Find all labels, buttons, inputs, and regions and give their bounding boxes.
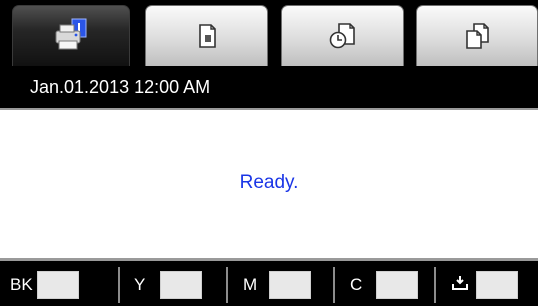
ink-level-m: [269, 271, 311, 299]
maintenance-box-icon: [450, 273, 472, 298]
document-icon: [198, 24, 216, 48]
datetime-text: Jan.01.2013 12:00 AM: [30, 76, 211, 97]
ink-label-y: Y: [134, 275, 146, 294]
divider: [226, 267, 228, 303]
divider: [333, 267, 335, 303]
ink-yellow: Y: [134, 269, 202, 301]
status-message: Ready.: [239, 172, 299, 193]
ink-label-c: C: [350, 275, 363, 294]
divider: [434, 267, 436, 303]
maintenance-box: [450, 269, 518, 301]
ink-cyan: C: [350, 269, 418, 301]
datetime-bar: Jan.01.2013 12:00 AM: [0, 66, 538, 110]
ink-label-m: M: [243, 275, 258, 294]
ink-level-c: [376, 271, 418, 299]
multiple-documents-icon: [466, 23, 489, 49]
tab-timer[interactable]: [281, 5, 404, 66]
tab-bar: [0, 0, 538, 66]
ink-magenta: M: [243, 269, 311, 301]
printer-lcd-screen: Jan.01.2013 12:00 AM Ready. BK Y M C: [0, 0, 538, 306]
status-area: Ready.: [0, 112, 538, 258]
ink-level-bk: [36, 271, 79, 299]
ink-level-y: [160, 271, 202, 299]
ink-label-bk: BK: [10, 275, 33, 294]
divider: [118, 267, 120, 303]
tab-copy[interactable]: [145, 5, 268, 66]
ink-black: BK: [10, 269, 79, 301]
document-clock-icon: [329, 23, 355, 49]
printer-status-icon: [55, 18, 87, 50]
tab-status[interactable]: [12, 5, 130, 66]
maintenance-box-level: [476, 271, 518, 299]
tab-copies[interactable]: [416, 5, 538, 66]
ink-level-bar: BK Y M C: [0, 258, 538, 306]
